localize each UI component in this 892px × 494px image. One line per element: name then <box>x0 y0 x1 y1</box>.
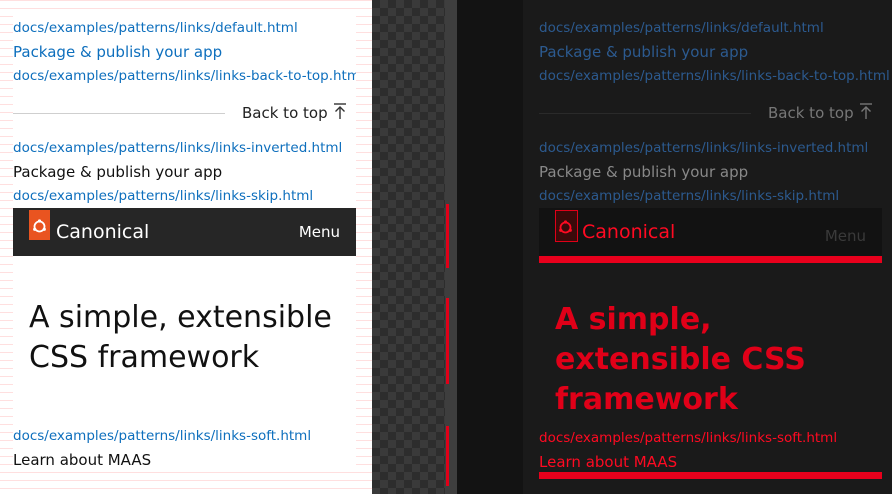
reference-page: docs/examples/patterns/links/default.htm… <box>13 16 356 472</box>
diff-back-to-top-row: Back to top <box>539 102 882 126</box>
diff-link-default-path[interactable]: docs/examples/patterns/links/default.htm… <box>539 20 824 36</box>
canonical-logo-icon[interactable] <box>555 210 578 242</box>
diff-inverted-package-publish[interactable]: Package & publish your app <box>539 163 748 181</box>
diff-navbar: Canonical Menu <box>539 208 882 256</box>
back-to-top-divider <box>13 113 225 114</box>
link-package-publish[interactable]: Package & publish your app <box>13 43 222 61</box>
link-soft-path[interactable]: docs/examples/patterns/links/links-soft.… <box>13 428 311 444</box>
diff-marker <box>446 204 449 268</box>
link-default-path[interactable]: docs/examples/patterns/links/default.htm… <box>13 20 298 36</box>
diff-hero-heading: A simple, extensible CSS framework <box>555 302 806 417</box>
diff-back-to-top-link[interactable]: Back to top <box>768 104 854 122</box>
diff-link-learn-maas[interactable]: Learn about MAAS <box>539 453 677 471</box>
diff-menu-button[interactable]: Menu <box>825 216 866 256</box>
arrow-up-to-top-icon[interactable] <box>858 102 874 124</box>
back-to-top-link[interactable]: Back to top <box>242 104 328 122</box>
diff-marker <box>446 298 449 384</box>
split-gap <box>457 0 523 494</box>
navbar: Canonical Menu <box>13 208 356 256</box>
link-skip-path[interactable]: docs/examples/patterns/links/links-skip.… <box>13 188 313 204</box>
link-back-to-top-path[interactable]: docs/examples/patterns/links/links-back-… <box>13 68 356 84</box>
hero-heading: A simple, extensible CSS framework <box>29 300 332 375</box>
diff-link-back-to-top-path[interactable]: docs/examples/patterns/links/links-back-… <box>539 68 890 84</box>
back-to-top-row: Back to top <box>13 102 356 126</box>
diff-brand-name[interactable]: Canonical <box>582 212 675 252</box>
inverted-package-publish[interactable]: Package & publish your app <box>13 163 222 181</box>
link-learn-maas[interactable]: Learn about MAAS <box>13 451 151 469</box>
link-inverted-path[interactable]: docs/examples/patterns/links/links-inver… <box>13 140 342 156</box>
diff-marker <box>446 426 449 486</box>
diff-link-inverted-path[interactable]: docs/examples/patterns/links/links-inver… <box>539 140 868 156</box>
diff-link-soft-path[interactable]: docs/examples/patterns/links/links-soft.… <box>539 430 837 446</box>
brand-name[interactable]: Canonical <box>56 212 149 252</box>
menu-button[interactable]: Menu <box>299 212 340 252</box>
diff-link-package-publish[interactable]: Package & publish your app <box>539 43 748 61</box>
arrow-up-to-top-icon[interactable] <box>332 102 348 124</box>
diff-highlight-band <box>539 472 882 479</box>
diff-back-to-top-divider <box>539 113 751 114</box>
canonical-logo-icon[interactable] <box>29 210 50 240</box>
diff-link-skip-path[interactable]: docs/examples/patterns/links/links-skip.… <box>539 188 839 204</box>
reference-pane: docs/examples/patterns/links/default.htm… <box>0 0 372 494</box>
diff-highlight-band <box>539 256 882 263</box>
diff-pane: docs/examples/patterns/links/default.htm… <box>523 0 892 494</box>
